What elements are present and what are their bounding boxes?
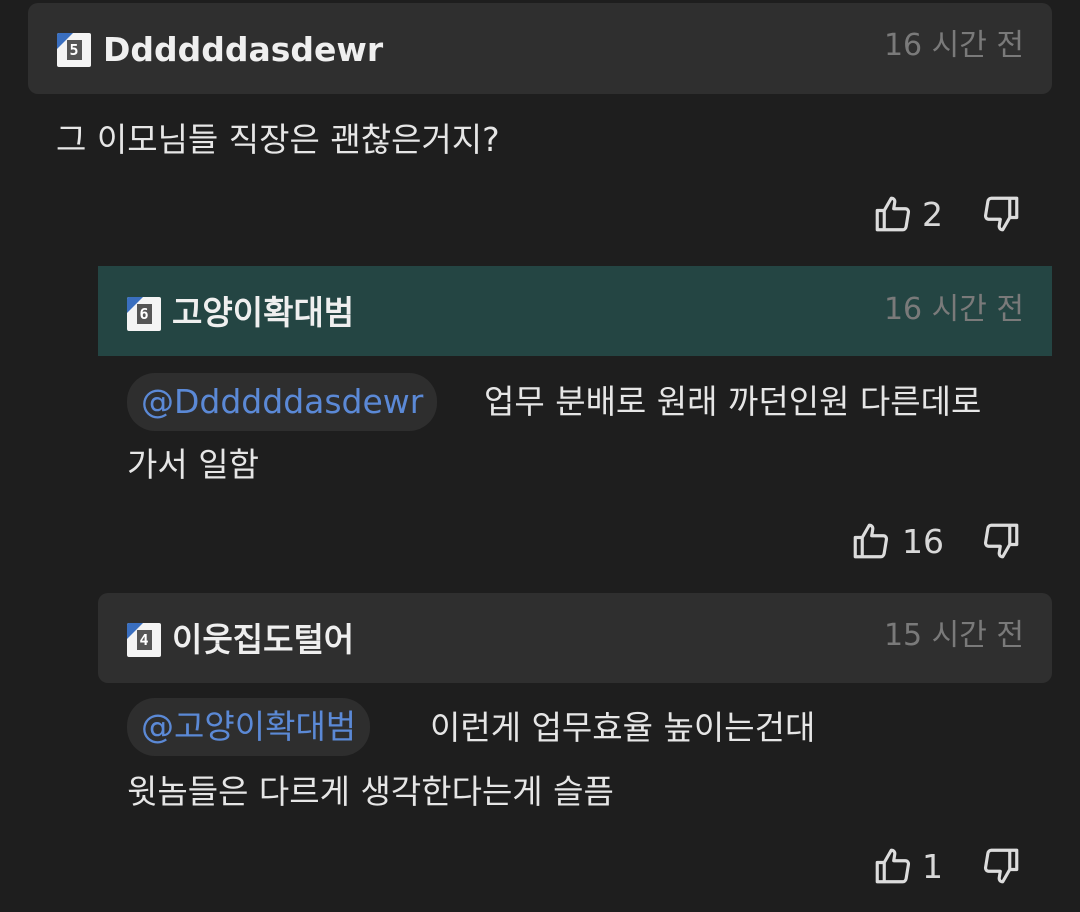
thumbs-up-icon[interactable]: [872, 845, 914, 887]
username[interactable]: 이웃집도털어: [172, 620, 354, 660]
comment-text-line2: 가서 일함: [127, 445, 259, 484]
timestamp: 15 시간 전: [883, 618, 1024, 653]
thumbs-down-icon[interactable]: [980, 193, 1022, 235]
like-count: 1: [922, 847, 943, 886]
comment-text: 그 이모님들 직장은 괜찮은거지?: [56, 120, 500, 159]
level-badge-icon: 6: [127, 297, 161, 331]
timestamp: 16 시간 전: [883, 292, 1024, 327]
thumbs-down-icon[interactable]: [980, 520, 1022, 562]
mention-chip[interactable]: @Ddddddasdewr: [127, 373, 438, 431]
comment-thread: 5 Ddddddasdewr 16 시간 전 그 이모님들 직장은 괜찮은거지?…: [0, 0, 1080, 912]
thumbs-down-icon[interactable]: [980, 845, 1022, 887]
comment-text-line2: 윗놈들은 다르게 생각한다는게 슬픔: [127, 772, 614, 811]
username[interactable]: 고양이확대범: [172, 293, 354, 333]
level-badge-icon: 4: [127, 623, 161, 657]
like-count: 16: [902, 522, 944, 561]
thumbs-up-icon[interactable]: [872, 193, 914, 235]
comment-text: 업무 분배로 원래 까던인원 다른데로: [484, 382, 982, 421]
username[interactable]: Ddddddasdewr: [103, 30, 383, 70]
comment-text: 이런게 업무효율 높이는건대: [430, 708, 816, 747]
mention-chip[interactable]: @고양이확대범: [127, 698, 371, 756]
timestamp: 16 시간 전: [883, 28, 1024, 63]
level-badge-icon: 5: [57, 33, 91, 67]
thumbs-up-icon[interactable]: [850, 520, 892, 562]
like-count: 2: [922, 195, 943, 234]
